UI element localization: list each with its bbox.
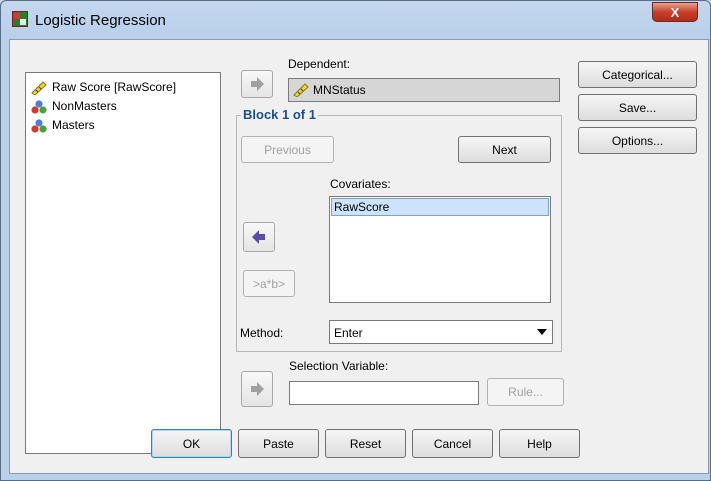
previous-button[interactable]: Previous (241, 136, 334, 163)
next-button[interactable]: Next (458, 136, 551, 163)
block-title: Block 1 of 1 (241, 107, 318, 122)
move-dependent-arrow-button[interactable] (241, 70, 273, 98)
cancel-button[interactable]: Cancel (412, 429, 493, 458)
right-arrow-icon (251, 382, 264, 396)
save-button[interactable]: Save... (578, 94, 697, 121)
nominal-balls-icon (30, 100, 48, 114)
spss-app-icon (12, 11, 28, 27)
list-item-masters[interactable]: Masters (30, 116, 95, 134)
covariate-label: RawScore (334, 200, 390, 214)
list-item-nonmasters[interactable]: NonMasters (30, 97, 117, 115)
covariates-list[interactable]: RawScore (329, 196, 551, 303)
variable-list[interactable]: Raw Score [RawScore] NonMasters Masters (25, 72, 221, 454)
selection-variable-field[interactable] (289, 381, 479, 405)
logistic-regression-dialog: Logistic Regression X Raw Score [RawScor… (0, 0, 711, 481)
paste-button[interactable]: Paste (238, 429, 319, 458)
left-arrow-icon (252, 230, 265, 244)
selection-variable-label: Selection Variable: (289, 359, 389, 373)
list-item-rawscore[interactable]: Raw Score [RawScore] (30, 78, 176, 96)
title-bar[interactable]: Logistic Regression X (1, 1, 710, 39)
dependent-field[interactable]: MNStatus (288, 78, 560, 102)
window-title: Logistic Regression (35, 12, 166, 29)
categorical-button[interactable]: Categorical... (578, 61, 697, 88)
scale-ruler-icon (30, 81, 48, 96)
dialog-body: Raw Score [RawScore] NonMasters Masters … (9, 39, 709, 474)
move-selection-arrow-button[interactable] (241, 371, 273, 407)
scale-ruler-icon (292, 83, 310, 100)
nominal-balls-icon (30, 119, 48, 133)
variable-label: NonMasters (52, 99, 117, 113)
chevron-down-icon (537, 329, 547, 335)
method-value: Enter (334, 326, 363, 340)
help-button[interactable]: Help (499, 429, 580, 458)
move-covariate-arrow-button[interactable] (243, 222, 275, 252)
method-select[interactable]: Enter (329, 320, 553, 344)
interaction-button[interactable]: >a*b> (243, 270, 295, 297)
method-label: Method: (240, 326, 284, 340)
options-button[interactable]: Options... (578, 127, 697, 154)
ok-button[interactable]: OK (151, 429, 232, 458)
close-button[interactable]: X (652, 2, 698, 22)
rule-button[interactable]: Rule... (487, 378, 564, 406)
covariate-item[interactable]: RawScore (331, 198, 549, 216)
variable-label: Masters (52, 118, 95, 132)
covariates-label: Covariates: (330, 177, 391, 191)
dependent-label: Dependent: (288, 57, 351, 71)
right-arrow-icon (251, 77, 264, 91)
dependent-value: MNStatus (313, 83, 366, 97)
variable-label: Raw Score [RawScore] (52, 80, 177, 94)
reset-button[interactable]: Reset (325, 429, 406, 458)
